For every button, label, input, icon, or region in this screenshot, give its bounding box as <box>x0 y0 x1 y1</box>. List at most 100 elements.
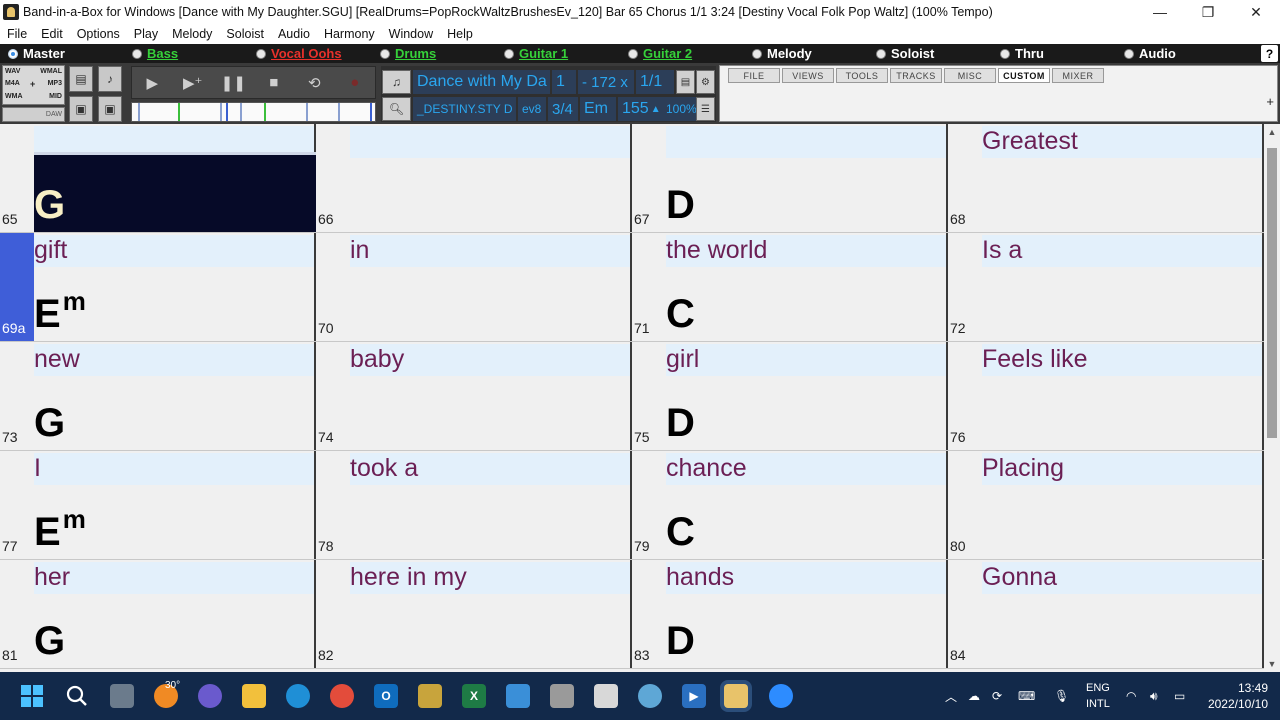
wifi-icon[interactable]: ◠ <box>1126 672 1136 720</box>
scroll-down-icon[interactable]: ▼ <box>1264 656 1280 672</box>
play-icon[interactable]: ▶ <box>137 74 167 92</box>
bar-cell[interactable]: 69a gift Em <box>0 233 316 342</box>
tempo-spinner-icon[interactable]: ▲▼ <box>651 104 662 115</box>
bar-cell[interactable]: 83 hands D <box>632 560 948 669</box>
save-icon[interactable]: ▣ <box>69 96 93 122</box>
menu-audio[interactable]: Audio <box>271 27 317 41</box>
task-view-icon[interactable] <box>110 684 134 708</box>
bar-cell[interactable]: 79 chance C <box>632 451 948 560</box>
sync-icon[interactable]: ⟳ <box>992 672 1002 720</box>
song-timeline[interactable] <box>131 102 376 122</box>
vertical-scrollbar[interactable]: ▲ ▼ <box>1264 124 1280 672</box>
chorus-start-field[interactable]: 1 <box>552 70 576 94</box>
volume-icon[interactable]: 🔊︎ <box>1150 672 1158 720</box>
track-radio-icon[interactable] <box>628 48 638 59</box>
track-radio-icon[interactable] <box>380 48 390 59</box>
scroll-up-icon[interactable]: ▲ <box>1264 124 1280 140</box>
chorus-count-field[interactable]: 1/1 <box>636 70 674 94</box>
track-melody[interactable]: Melody <box>752 44 812 63</box>
bar-cell[interactable]: 76 Feels like <box>948 342 1264 451</box>
format-mid[interactable]: MID <box>49 93 62 100</box>
bar-cell[interactable]: 80 Placing <box>948 451 1264 560</box>
key-field[interactable]: Em <box>580 97 616 121</box>
track-guitar-1[interactable]: Guitar 1 <box>504 44 568 63</box>
tempo-percent-field[interactable]: 100% <box>662 97 696 121</box>
help-button[interactable]: ? <box>1261 45 1278 62</box>
open-file-icon[interactable]: ▤ <box>69 66 93 92</box>
band-in-a-box-app-icon[interactable] <box>3 4 19 20</box>
bar-cell[interactable]: 75 girl D <box>632 342 948 451</box>
track-audio[interactable]: Audio <box>1124 44 1176 63</box>
style-suffix-field[interactable]: ev8 <box>518 97 546 121</box>
format-m4a[interactable]: M4A <box>5 80 20 87</box>
snipping-tool-icon[interactable] <box>594 684 618 708</box>
format-mp3[interactable]: MP3 <box>48 80 62 87</box>
play-from-icon[interactable]: ▶⁺ <box>178 74 208 92</box>
teams-chat-icon[interactable] <box>198 684 222 708</box>
track-radio-icon[interactable] <box>1000 48 1010 59</box>
bar-cell[interactable]: 81 her G <box>0 560 316 669</box>
tab-tracks[interactable]: TRACKS <box>890 68 942 83</box>
tab-tools[interactable]: TOOLS <box>836 68 888 83</box>
excel-icon[interactable]: X <box>462 684 486 708</box>
track-radio-icon[interactable] <box>256 48 266 59</box>
bar-cell[interactable]: 72 Is a <box>948 233 1264 342</box>
format-wma[interactable]: WMA <box>5 93 23 100</box>
audio-format-selector[interactable]: WAV WMAL M4A + MP3 WMA MID <box>2 65 65 105</box>
bar-cell[interactable]: 84 Gonna <box>948 560 1264 669</box>
track-soloist[interactable]: Soloist <box>876 44 934 63</box>
pause-icon[interactable]: ❚❚ <box>218 74 248 92</box>
menu-soloist[interactable]: Soloist <box>219 27 271 41</box>
menu-window[interactable]: Window <box>382 27 440 41</box>
bar-cell[interactable]: 67 D <box>632 124 948 233</box>
tab-views[interactable]: VIEWS <box>782 68 834 83</box>
track-radio-icon[interactable] <box>876 48 886 59</box>
track-guitar-2[interactable]: Guitar 2 <box>628 44 692 63</box>
bar-cell[interactable]: 82 here in my <box>316 560 632 669</box>
format-wmal[interactable]: WMAL <box>40 68 62 75</box>
bar-cell[interactable]: 68 Greatest <box>948 124 1264 233</box>
battery-icon[interactable]: ▭ <box>1174 672 1185 720</box>
loop-icon[interactable]: ⟲ <box>299 74 329 92</box>
notepad-icon[interactable] <box>506 684 530 708</box>
tray-overflow-icon[interactable]: ︿ <box>945 672 957 720</box>
onedrive-icon[interactable]: ☁ <box>968 672 980 720</box>
track-bass[interactable]: Bass <box>132 44 178 63</box>
chrome-browser-icon[interactable] <box>330 684 354 708</box>
input-language-indicator[interactable]: ENG INTL <box>1086 680 1110 712</box>
daw-button[interactable]: DAW <box>2 107 65 122</box>
track-radio-icon[interactable] <box>752 48 762 59</box>
format-wav[interactable]: WAV <box>5 68 20 75</box>
music-note-icon[interactable]: ♫ <box>382 70 411 94</box>
tempo-field[interactable]: 155▲▼ <box>618 97 662 121</box>
menu-edit[interactable]: Edit <box>34 27 70 41</box>
media-app-icon[interactable] <box>550 684 574 708</box>
add-custom-button[interactable]: + <box>1266 94 1274 109</box>
file-explorer-icon[interactable] <box>242 684 266 708</box>
menu-play[interactable]: Play <box>127 27 165 41</box>
tab-mixer[interactable]: MIXER <box>1052 68 1104 83</box>
track-vocal-oohs[interactable]: Vocal Oohs <box>256 44 342 63</box>
track-radio-icon[interactable] <box>132 48 142 59</box>
system-clock[interactable]: 13:49 2022/10/10 <box>1208 680 1268 712</box>
settings-gear-icon[interactable]: ⚙ <box>696 70 715 94</box>
tab-misc[interactable]: MISC <box>944 68 996 83</box>
style-name-field[interactable]: _DESTINY.STY D <box>413 97 516 121</box>
maps-app-icon[interactable] <box>638 684 662 708</box>
record-icon[interactable]: ● <box>340 74 370 91</box>
chord-sheet[interactable]: 65 G 66 67 D 68 Greatest 69a gift Em 70 in 71 the wor… <box>0 124 1264 672</box>
bar-cell[interactable]: 65 G <box>0 124 316 233</box>
time-signature-field[interactable]: 3/4 <box>548 97 578 121</box>
bar-cell[interactable]: 66 <box>316 124 632 233</box>
scrollbar-thumb[interactable] <box>1267 148 1277 438</box>
track-radio-icon[interactable] <box>504 48 514 59</box>
track-master[interactable]: Master <box>8 44 65 63</box>
tempo-menu-icon[interactable]: ☰ <box>696 97 715 121</box>
notes-app-icon[interactable] <box>418 684 442 708</box>
bar-cell[interactable]: 77 I Em <box>0 451 316 560</box>
tab-custom[interactable]: CUSTOM <box>998 68 1050 83</box>
track-thru[interactable]: Thru <box>1000 44 1044 63</box>
microphone-icon[interactable]: 🎙︎ <box>1054 672 1069 720</box>
restore-button[interactable]: ❐ <box>1184 0 1232 24</box>
minimize-button[interactable]: — <box>1136 0 1184 24</box>
